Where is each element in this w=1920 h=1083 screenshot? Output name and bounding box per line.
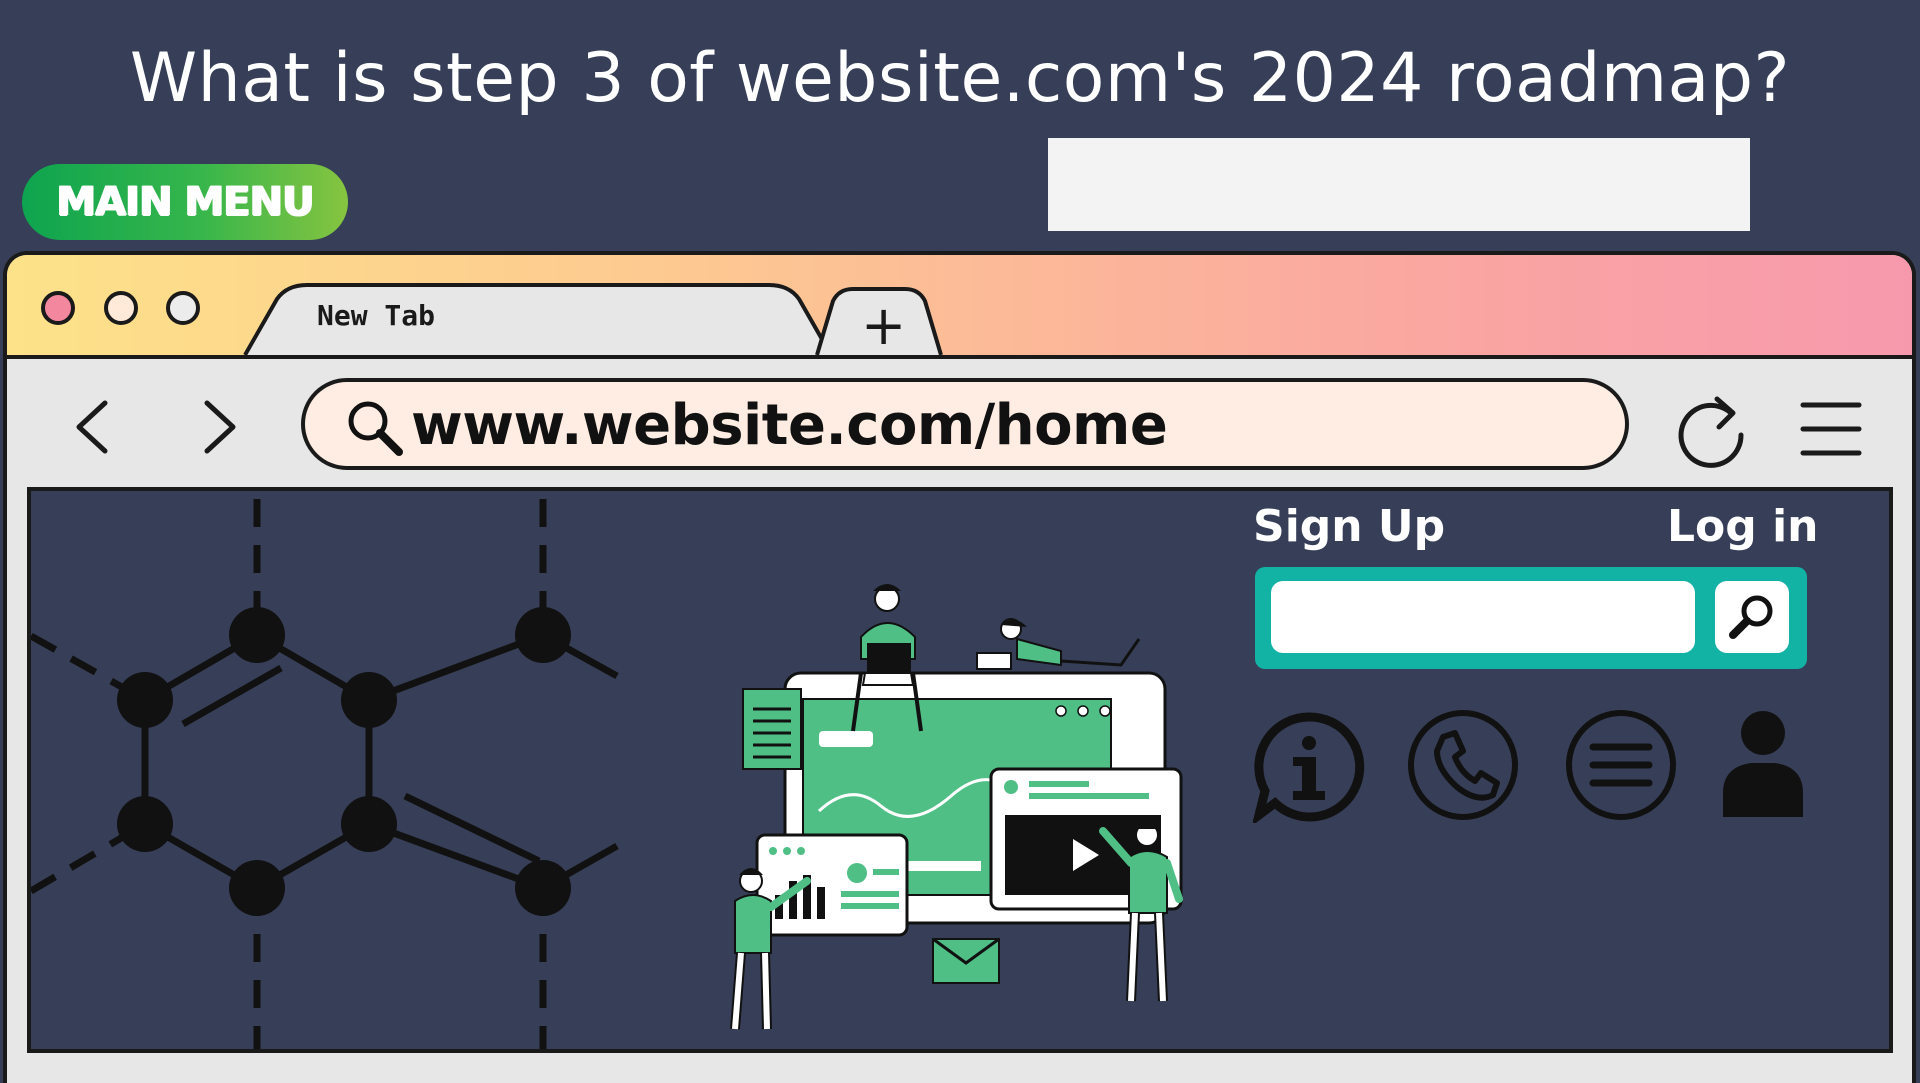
question-heading: What is step 3 of website.com's 2024 roa… [129, 39, 1791, 118]
url-text[interactable]: www.website.com/home [411, 392, 1168, 460]
log-in-link[interactable]: Log in [1667, 501, 1819, 552]
page-content: Sign Up Log in [27, 487, 1893, 1053]
main-menu-button[interactable]: MAIN MENU [22, 164, 348, 240]
molecule-illustration [31, 499, 619, 1049]
back-arrow-icon[interactable] [69, 397, 119, 457]
search-icon [348, 401, 403, 456]
forward-arrow-icon[interactable] [195, 397, 245, 457]
search-bar [1255, 567, 1807, 669]
info-icon[interactable] [1253, 711, 1365, 823]
address-bar[interactable]: www.website.com/home [301, 378, 1629, 470]
user-icon[interactable] [1721, 709, 1805, 819]
search-input[interactable] [1271, 581, 1695, 653]
reload-icon[interactable] [1671, 391, 1751, 471]
plus-icon: + [861, 294, 907, 357]
menu-icon[interactable] [1563, 707, 1679, 823]
team-website-illustration [730, 584, 1183, 1030]
hamburger-menu-icon[interactable] [1797, 395, 1867, 465]
tab-bar: New Tab + [7, 255, 1912, 359]
search-icon [1729, 595, 1773, 639]
tab-new-tab[interactable]: New Tab [317, 299, 435, 332]
blank-answer-box [1048, 138, 1750, 231]
browser-window: New Tab + www.website.com/home Sign Up L… [3, 251, 1916, 1083]
search-button[interactable] [1715, 581, 1789, 653]
new-tab-button[interactable]: + [819, 295, 939, 355]
phone-icon[interactable] [1405, 707, 1521, 823]
sign-up-link[interactable]: Sign Up [1253, 501, 1445, 552]
